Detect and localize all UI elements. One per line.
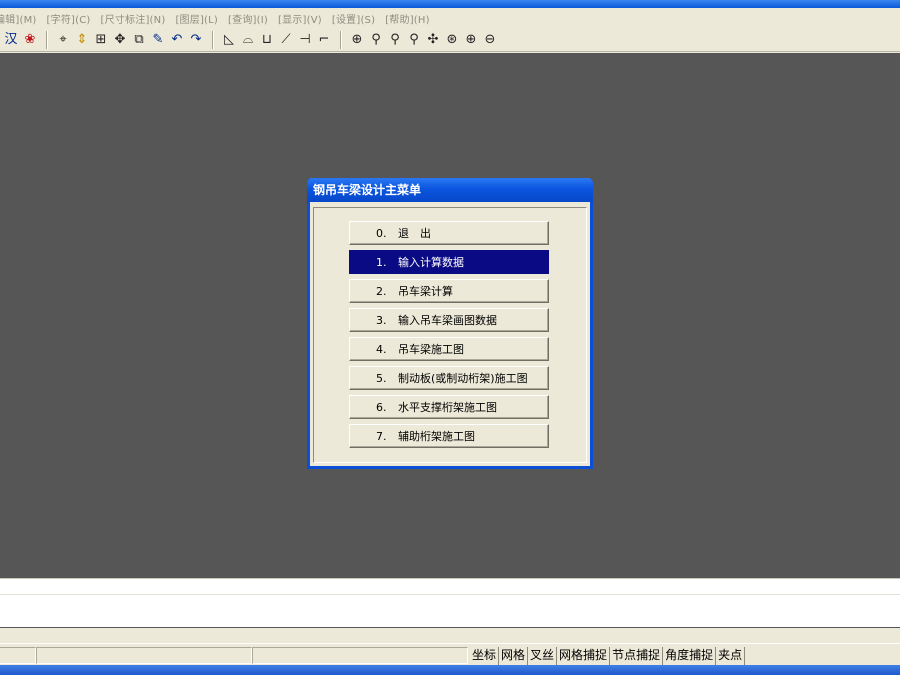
menu-button-exit[interactable]: 0. 退 出 xyxy=(349,221,549,245)
window-titlebar xyxy=(0,0,900,8)
menu-button-number: 7. xyxy=(376,429,387,443)
dialog-title: 钢吊车梁设计主菜单 xyxy=(307,178,593,202)
line-icon[interactable]: ⟋ xyxy=(277,30,295,50)
menu-button-number: 0. xyxy=(376,226,387,240)
status-toggles: 坐标 网格 叉丝 网格捕捉 节点捕捉 角度捕捉 夹点 xyxy=(470,647,746,665)
menu-button-number: 6. xyxy=(376,400,387,414)
zoom-window-icon[interactable]: ⊕ xyxy=(348,30,366,50)
menu-layer[interactable]: [图层](L) xyxy=(170,11,223,26)
status-panel xyxy=(36,647,252,664)
menu-button-beam-drawing[interactable]: 4. 吊车梁施工图 xyxy=(349,337,549,361)
copy-icon[interactable]: ⧉ xyxy=(130,30,148,50)
box-icon[interactable]: ⊔ xyxy=(258,30,276,50)
menu-button-label: 水平支撑桁架施工图 xyxy=(398,401,497,414)
grid-icon[interactable]: ⊞ xyxy=(92,30,110,50)
taskbar xyxy=(0,665,900,675)
menu-dimension[interactable]: [尺寸标注](N) xyxy=(96,11,171,26)
menu-button-number: 2. xyxy=(376,284,387,298)
status-panel xyxy=(0,647,36,664)
redo-icon[interactable]: ↷ xyxy=(187,30,205,50)
crosshair-icon[interactable]: ⌖ xyxy=(54,30,72,50)
menu-button-auxiliary-truss-drawing[interactable]: 7. 辅助桁架施工图 xyxy=(349,424,549,448)
command-area[interactable] xyxy=(0,578,900,628)
zoom-extent-icon[interactable]: ⊛ xyxy=(443,30,461,50)
zoom-icon[interactable]: ⚲ xyxy=(405,30,423,50)
main-menu-dialog: 钢吊车梁设计主菜单 0. 退 出 1. 输入计算数据 2. 吊车梁计算 3. 输… xyxy=(307,178,593,469)
toggle-node-snap[interactable]: 节点捕捉 xyxy=(610,647,664,665)
menu-query[interactable]: [查询](I) xyxy=(223,11,273,26)
menu-edit[interactable]: 编辑](M) xyxy=(0,11,42,26)
toggle-grid[interactable]: 网格 xyxy=(499,647,529,665)
menu-button-input-drawing-data[interactable]: 3. 输入吊车梁画图数据 xyxy=(349,308,549,332)
menu-button-label: 吊车梁计算 xyxy=(398,285,453,298)
zoom-out-icon[interactable]: ⊖ xyxy=(481,30,499,50)
trim-icon[interactable]: ⊣ xyxy=(296,30,314,50)
toggle-grips[interactable]: 夹点 xyxy=(716,647,746,665)
menu-button-number: 1. xyxy=(376,255,387,269)
menu-bar: 编辑](M) [字符](C) [尺寸标注](N) [图层](L) [查询](I)… xyxy=(0,8,900,28)
command-divider xyxy=(0,594,900,595)
toggle-crosshair[interactable]: 叉丝 xyxy=(528,647,558,665)
menu-button-label: 输入计算数据 xyxy=(398,256,464,269)
status-panel xyxy=(252,647,468,664)
command-divider xyxy=(0,627,900,628)
menu-view[interactable]: [显示](V) xyxy=(273,11,327,26)
zoom-realtime-icon[interactable]: ⚲ xyxy=(367,30,385,50)
menu-settings[interactable]: [设置](S) xyxy=(327,11,380,26)
updown-arrow-icon[interactable]: ⇕ xyxy=(73,30,91,50)
menu-button-number: 5. xyxy=(376,371,387,385)
menu-button-input-calc-data[interactable]: 1. 输入计算数据 xyxy=(349,250,549,274)
toolbar-separator xyxy=(212,30,214,49)
move-icon[interactable]: ✥ xyxy=(111,30,129,50)
menu-button-number: 4. xyxy=(376,342,387,356)
menu-button-label: 输入吊车梁画图数据 xyxy=(398,314,497,327)
zoom-in-icon[interactable]: ⊕ xyxy=(462,30,480,50)
toolbar-separator xyxy=(46,30,48,49)
menu-button-number: 3. xyxy=(376,313,387,327)
status-bar: 坐标 网格 叉丝 网格捕捉 节点捕捉 角度捕捉 夹点 xyxy=(0,643,900,665)
menu-button-label: 退 出 xyxy=(398,227,431,240)
arc-icon[interactable]: ⌓ xyxy=(239,30,257,50)
pan-icon[interactable]: ✣ xyxy=(424,30,442,50)
undo-icon[interactable]: ↶ xyxy=(168,30,186,50)
zoom-previous-icon[interactable]: ⚲ xyxy=(386,30,404,50)
brush-icon[interactable]: ❀ xyxy=(21,30,39,50)
toolbar: 汉 ❀ ⌖ ⇕ ⊞ ✥ ⧉ ✎ ↶ ↷ ◺ ⌓ ⊔ ⟋ ⊣ ⌐ ⊕ ⚲ ⚲ ⚲ … xyxy=(0,28,900,52)
toggle-angle-snap[interactable]: 角度捕捉 xyxy=(663,647,717,665)
menu-button-label: 制动板(或制动桁架)施工图 xyxy=(398,372,528,385)
rect-icon[interactable]: ◺ xyxy=(220,30,238,50)
pencil-icon[interactable]: ✎ xyxy=(149,30,167,50)
toggle-coordinates[interactable]: 坐标 xyxy=(470,647,500,665)
toggle-grid-snap[interactable]: 网格捕捉 xyxy=(557,647,611,665)
toolbar-separator xyxy=(340,30,342,49)
menu-text[interactable]: [字符](C) xyxy=(42,11,96,26)
menu-button-brake-plate-drawing[interactable]: 5. 制动板(或制动桁架)施工图 xyxy=(349,366,549,390)
hanzi-icon[interactable]: 汉 xyxy=(2,30,20,50)
menu-button-label: 辅助桁架施工图 xyxy=(398,430,475,443)
menu-button-label: 吊车梁施工图 xyxy=(398,343,464,356)
menu-button-beam-calc[interactable]: 2. 吊车梁计算 xyxy=(349,279,549,303)
corner-icon[interactable]: ⌐ xyxy=(315,30,333,50)
menu-help[interactable]: [帮助](H) xyxy=(380,11,435,26)
menu-button-horizontal-truss-drawing[interactable]: 6. 水平支撑桁架施工图 xyxy=(349,395,549,419)
